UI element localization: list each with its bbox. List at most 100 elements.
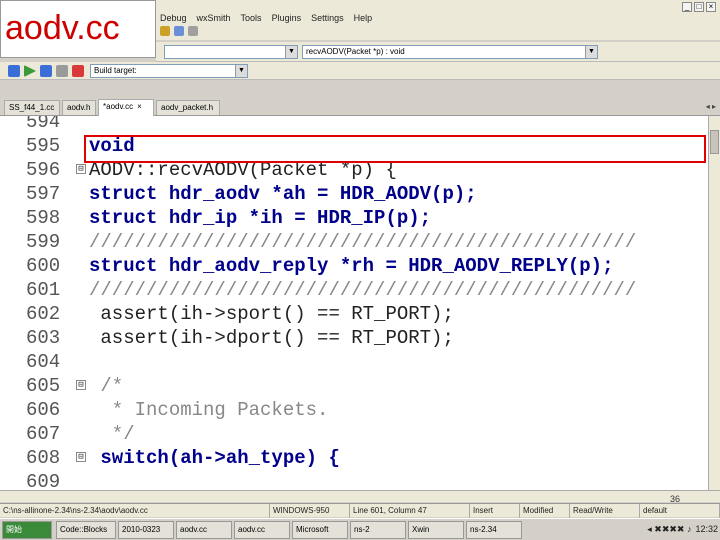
build-toolbar: Build target: ▼: [0, 62, 720, 80]
tray-icons: ◂ ✖✖✖✖ ♪: [647, 524, 692, 534]
tab-aodv-h[interactable]: aodv.h: [62, 100, 96, 115]
task-2010[interactable]: 2010-0323: [118, 521, 174, 539]
code-line[interactable]: 608 ⊟ switch(ah->ah_type) {: [0, 446, 708, 470]
line-number: 608: [26, 447, 61, 469]
task-ns2[interactable]: ns-2: [350, 521, 406, 539]
clock: 12:32: [695, 524, 718, 534]
status-readwrite: Read/Write: [570, 504, 640, 518]
maximize-button[interactable]: □: [694, 2, 704, 12]
close-icon[interactable]: ×: [137, 102, 142, 111]
line-number: 609: [26, 471, 61, 490]
tab-aodv-packet-h[interactable]: aodv_packet.h: [156, 100, 220, 115]
menubar: Debug wxSmith Tools Plugins Settings Hel…: [156, 0, 720, 40]
line-number: 601: [26, 279, 61, 301]
scope-combo[interactable]: ▼: [164, 45, 298, 59]
code-text: assert(ih->dport() == RT_PORT);: [89, 327, 454, 349]
build-target-label: Build target:: [94, 66, 137, 75]
window-buttons: _ □ ×: [682, 2, 716, 12]
code-text: * Incoming Packets.: [89, 399, 329, 421]
fold-toggle-icon[interactable]: ⊟: [76, 452, 86, 462]
code-line[interactable]: 599 /////////////////////////////////////…: [0, 230, 708, 254]
code-line[interactable]: 603 assert(ih->dport() == RT_PORT);: [0, 326, 708, 350]
line-number: 597: [26, 183, 61, 205]
code-text: switch(ah->ah_type) {: [89, 447, 340, 469]
menu-settings[interactable]: Settings: [311, 13, 344, 23]
menu-tools[interactable]: Tools: [241, 13, 262, 23]
tab-label: *aodv.cc: [103, 102, 134, 111]
toolbar-spacer: [0, 80, 720, 99]
task-aodv-1[interactable]: aodv.cc: [176, 521, 232, 539]
code-text: struct hdr_aodv *ah = HDR_AODV(p);: [89, 183, 477, 205]
menu-wxsmith[interactable]: wxSmith: [197, 13, 231, 23]
status-profile: default: [640, 504, 720, 518]
task-xwin[interactable]: Xwin: [408, 521, 464, 539]
menu-row: Debug wxSmith Tools Plugins Settings Hel…: [160, 13, 372, 23]
task-microsoft[interactable]: Microsoft: [292, 521, 348, 539]
line-number: 600: [26, 255, 61, 277]
chevron-down-icon[interactable]: ▼: [235, 65, 247, 77]
line-number: 603: [26, 327, 61, 349]
horizontal-scrollbar[interactable]: [0, 490, 720, 502]
code-line[interactable]: 601 /////////////////////////////////////…: [0, 278, 708, 302]
task-aodv-2[interactable]: aodv.cc: [234, 521, 290, 539]
rebuild-icon[interactable]: [56, 65, 68, 77]
code-text: struct hdr_aodv_reply *rh = HDR_AODV_REP…: [89, 255, 614, 277]
settings-icon[interactable]: [8, 65, 20, 77]
user-icon[interactable]: [174, 26, 184, 36]
status-bar: C:\ns-allinone-2.34\ns-2.34\aodv\aodv.cc…: [0, 503, 720, 518]
line-number: 606: [26, 399, 61, 421]
fold-toggle-icon[interactable]: ⊟: [76, 164, 86, 174]
minimize-button[interactable]: _: [682, 2, 692, 12]
code-text: ////////////////////////////////////////…: [89, 279, 637, 301]
highlight-box: [84, 135, 706, 163]
chevron-down-icon[interactable]: ▼: [285, 46, 297, 58]
chevron-down-icon[interactable]: ▼: [585, 46, 597, 58]
build-run-icon[interactable]: [40, 65, 52, 77]
code-line[interactable]: 594: [0, 116, 708, 134]
task-codeblocks[interactable]: Code::Blocks: [56, 521, 116, 539]
code-line[interactable]: 604: [0, 350, 708, 374]
menu-debug[interactable]: Debug: [160, 13, 187, 23]
code-text: /*: [89, 375, 124, 397]
code-line[interactable]: 605 ⊟ /*: [0, 374, 708, 398]
code-line[interactable]: 606 * Incoming Packets.: [0, 398, 708, 422]
editor-tab-bar: SS_f44_1.cc aodv.h *aodv.cc × aodv_packet…: [0, 99, 720, 116]
run-icon[interactable]: [24, 65, 36, 77]
start-button[interactable]: 開始: [2, 521, 52, 539]
code-text: assert(ih->sport() == RT_PORT);: [89, 303, 454, 325]
status-position: Line 601, Column 47: [350, 504, 470, 518]
vertical-scrollbar[interactable]: [708, 116, 720, 490]
function-combo[interactable]: recvAODV(Packet *p) : void ▼: [302, 45, 598, 59]
menu-plugins[interactable]: Plugins: [272, 13, 302, 23]
tab-scroll-arrows[interactable]: ◂ ▸: [706, 102, 716, 111]
fold-toggle-icon[interactable]: ⊟: [76, 380, 86, 390]
tab-ss-f44[interactable]: SS_f44_1.cc: [4, 100, 60, 115]
code-line[interactable]: 602 assert(ih->sport() == RT_PORT);: [0, 302, 708, 326]
task-ns234[interactable]: ns-2.34: [466, 521, 522, 539]
status-insert-mode: Insert: [470, 504, 520, 518]
tab-aodv-cc[interactable]: *aodv.cc ×: [98, 99, 154, 116]
slide-title: aodv.cc: [5, 9, 120, 47]
quick-icons: [160, 26, 198, 36]
line-number: 605: [26, 375, 61, 397]
menu-help[interactable]: Help: [354, 13, 373, 23]
abort-icon[interactable]: [72, 65, 84, 77]
code-line[interactable]: 597 struct hdr_aodv *ah = HDR_AODV(p);: [0, 182, 708, 206]
tab-label: aodv.h: [67, 103, 91, 112]
code-editor[interactable]: 594 595 void 596 ⊟ AODV::recvAODV(Packet *p) …: [0, 116, 708, 490]
line-number: 594: [26, 116, 61, 133]
find-icon[interactable]: [188, 26, 198, 36]
code-line[interactable]: 600 struct hdr_aodv_reply *rh = HDR_AODV_…: [0, 254, 708, 278]
code-text: */: [89, 423, 135, 445]
line-number: 596: [26, 159, 61, 181]
code-line[interactable]: 609: [0, 470, 708, 490]
line-number: 602: [26, 303, 61, 325]
folder-icon[interactable]: [160, 26, 170, 36]
line-number: 598: [26, 207, 61, 229]
code-line[interactable]: 598 struct hdr_ip *ih = HDR_IP(p);: [0, 206, 708, 230]
build-target-combo[interactable]: Build target: ▼: [90, 64, 248, 78]
close-button[interactable]: ×: [706, 2, 716, 12]
system-tray: ◂ ✖✖✖✖ ♪ 12:32: [647, 521, 718, 539]
scrollbar-thumb[interactable]: [710, 130, 719, 154]
code-line[interactable]: 607 */: [0, 422, 708, 446]
